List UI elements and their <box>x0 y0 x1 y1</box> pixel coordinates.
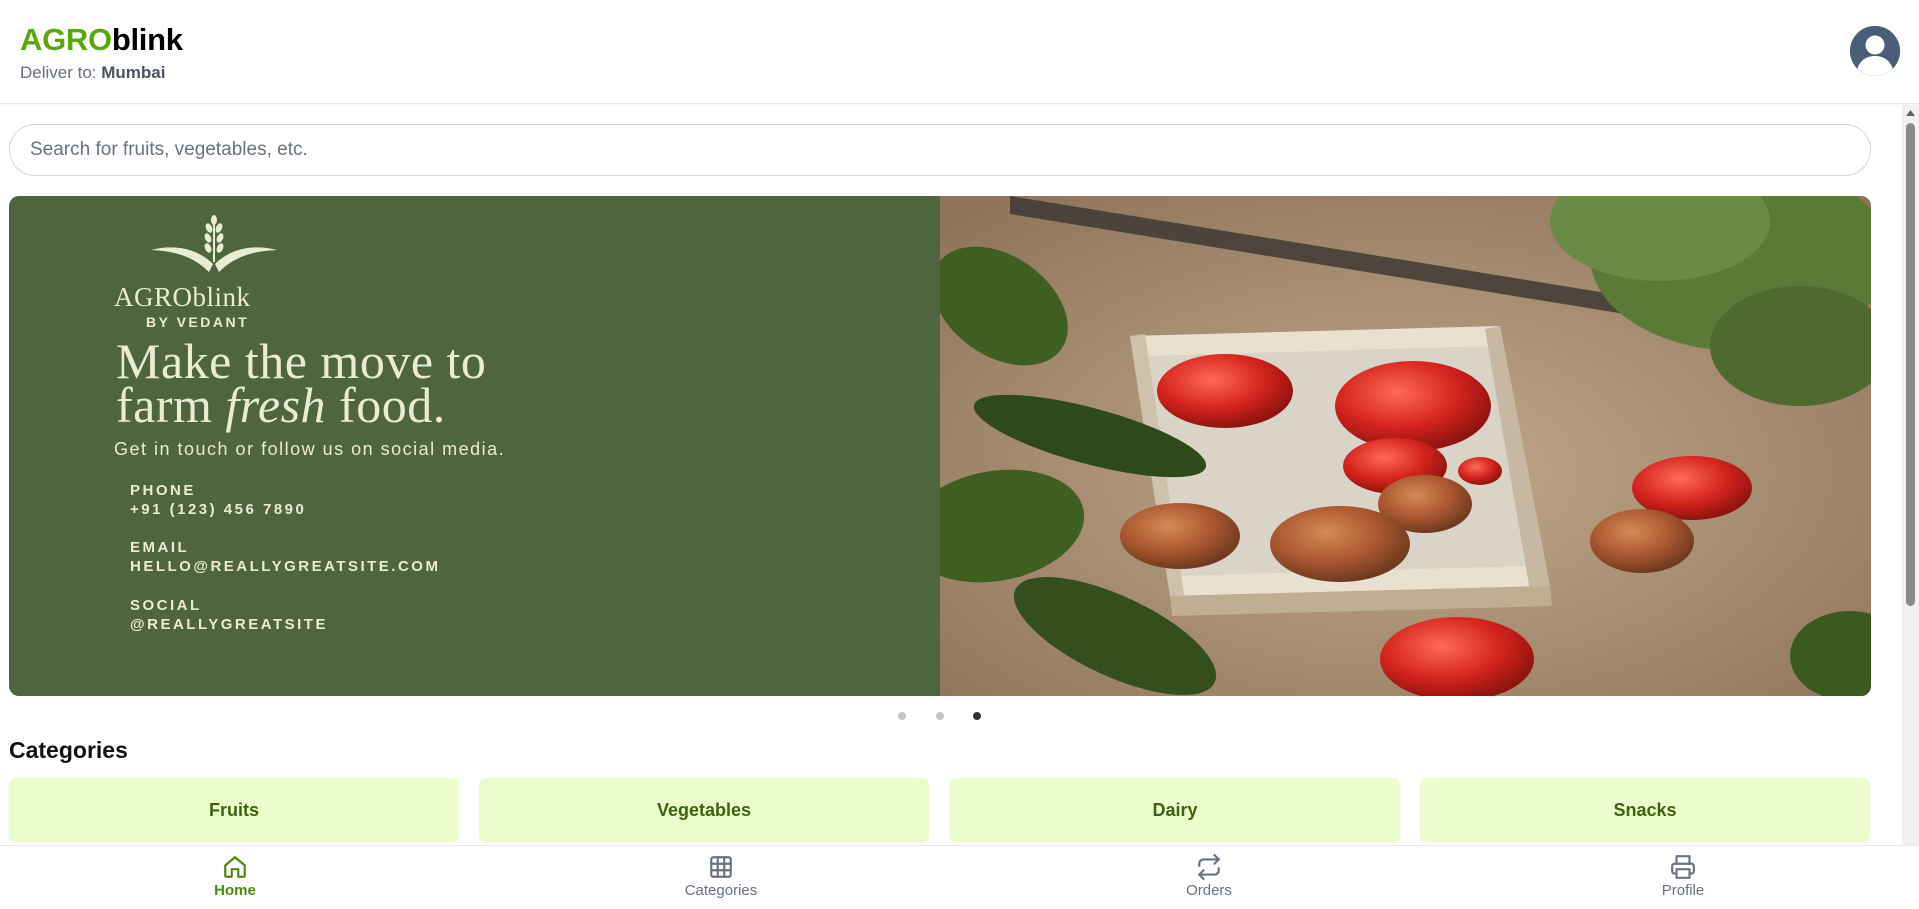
brand-logo[interactable]: AGROblink <box>20 22 183 58</box>
nav-profile-label: Profile <box>1661 882 1705 899</box>
email-value: HELLO@REALLYGREATSITE.COM <box>130 558 441 575</box>
bottom-navigation: Home Categories Orders Profile <box>0 845 1919 909</box>
category-card-dairy[interactable]: Dairy <box>950 778 1400 842</box>
brand-logo-part1: AGRO <box>20 22 112 57</box>
home-icon <box>224 856 246 878</box>
nav-home[interactable]: Home <box>145 854 325 906</box>
app-root: AGROblink Deliver to: Mumbai Search for … <box>0 0 1919 909</box>
phone-label: PHONE <box>130 482 196 499</box>
headline-fresh: fresh <box>225 377 327 433</box>
vertical-scrollbar[interactable] <box>1902 105 1919 845</box>
brand-logo-part2: blink <box>111 22 183 57</box>
phone-value: +91 (123) 456 7890 <box>130 501 307 518</box>
search-input[interactable] <box>10 125 1870 175</box>
nav-orders[interactable]: Orders <box>1119 854 1299 906</box>
carousel-dot-3[interactable] <box>973 712 981 720</box>
delivery-location[interactable]: Deliver to: Mumbai <box>20 63 165 83</box>
nav-orders-label: Orders <box>1186 882 1232 899</box>
repeat-icon <box>1198 854 1220 880</box>
nav-home-label: Home <box>214 882 256 899</box>
banner-logo-byline: BY VEDANT <box>146 314 250 330</box>
printer-icon <box>1671 855 1695 879</box>
top-header: AGROblink Deliver to: Mumbai <box>0 0 1919 104</box>
banner-text-panel: AGROblink BY VEDANT Make the move to far… <box>9 196 940 696</box>
carousel-dot-1[interactable] <box>898 712 906 720</box>
grid-icon <box>710 856 732 878</box>
headline-farm: farm <box>116 377 226 433</box>
nav-categories[interactable]: Categories <box>631 854 811 906</box>
nav-profile[interactable]: Profile <box>1593 854 1773 906</box>
banner-logo-text: AGROblink <box>114 282 251 312</box>
user-avatar[interactable] <box>1850 26 1900 76</box>
search-bar <box>9 124 1871 176</box>
delivery-label: Deliver to: <box>20 63 102 82</box>
main-content: AGROblink BY VEDANT Make the move to far… <box>0 105 1900 845</box>
headline-food: food. <box>326 377 446 433</box>
email-label: EMAIL <box>130 539 190 556</box>
scroll-up-arrow-icon[interactable] <box>1902 105 1919 120</box>
social-label: SOCIAL <box>130 597 202 614</box>
promo-banner[interactable]: AGROblink BY VEDANT Make the move to far… <box>9 196 1871 696</box>
wheat-logo-icon <box>151 215 277 272</box>
banner-subtitle: Get in touch or follow us on social medi… <box>114 439 506 459</box>
nav-categories-label: Categories <box>684 882 758 899</box>
social-value: @REALLYGREATSITE <box>130 616 328 633</box>
banner-headline-line2: farm fresh food. <box>116 380 446 430</box>
banner-tomato-photo <box>940 196 1871 696</box>
carousel-dot-2[interactable] <box>936 712 944 720</box>
scrollbar-thumb[interactable] <box>1906 123 1915 606</box>
user-silhouette-icon <box>1850 26 1900 76</box>
category-card-fruits[interactable]: Fruits <box>9 778 459 842</box>
delivery-city: Mumbai <box>101 63 166 82</box>
category-card-vegetables[interactable]: Vegetables <box>479 778 929 842</box>
category-card-snacks[interactable]: Snacks <box>1420 778 1870 842</box>
categories-heading: Categories <box>9 737 128 763</box>
tomato-crate-illustration <box>940 196 1871 696</box>
carousel-indicators <box>0 712 1880 724</box>
